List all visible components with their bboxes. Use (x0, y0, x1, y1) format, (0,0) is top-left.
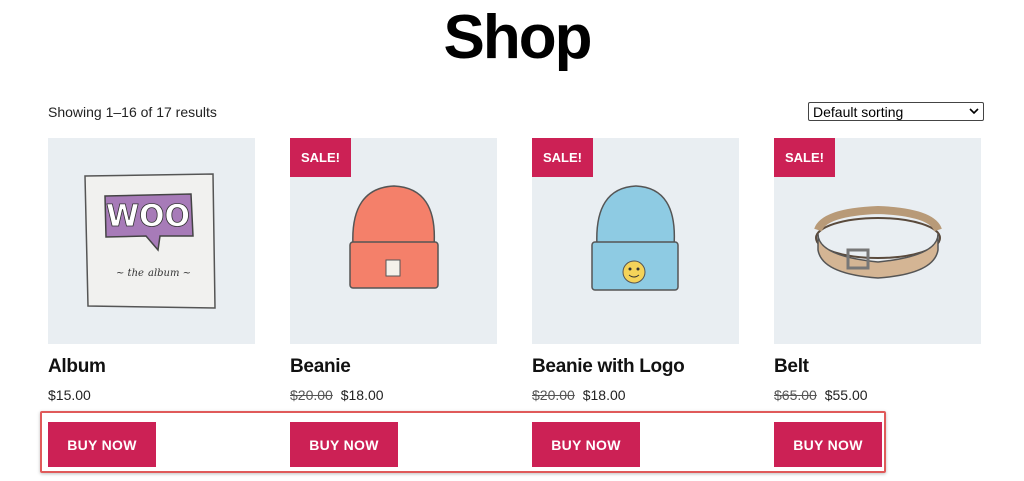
product-title[interactable]: Beanie with Logo (532, 356, 685, 378)
chevron-down-icon (969, 108, 979, 115)
buy-buttons-highlight-box (40, 411, 886, 473)
product-card-beanie: SALE! Beanie $20.00 $18.00 BUY NOW (290, 138, 497, 467)
svg-text:WOO: WOO (106, 199, 190, 234)
product-title[interactable]: Belt (774, 356, 809, 378)
product-image[interactable]: SALE! (532, 138, 739, 344)
sale-badge: SALE! (774, 138, 835, 177)
product-card-album: WOO ~ the album ~ Album $15.00 BUY NOW (48, 138, 255, 467)
product-title[interactable]: Album (48, 356, 106, 378)
product-image[interactable]: WOO ~ the album ~ (48, 138, 255, 344)
sale-price: $18.00 (582, 387, 626, 403)
product-price: $65.00 $55.00 (774, 387, 868, 403)
sale-badge: SALE! (532, 138, 593, 177)
result-count: Showing 1–16 of 17 results (48, 104, 217, 120)
product-title[interactable]: Beanie (290, 356, 351, 378)
sale-price: $15.00 (48, 387, 91, 403)
album-icon: WOO ~ the album ~ (84, 173, 216, 309)
product-price: $20.00 $18.00 (290, 387, 384, 403)
sale-price: $55.00 (824, 387, 868, 403)
page-title: Shop (443, 3, 593, 72)
svg-text:~ the: ~ the (116, 268, 144, 279)
product-image[interactable]: SALE! (774, 138, 981, 344)
regular-price: $20.00 (290, 387, 333, 403)
sale-price: $18.00 (340, 387, 384, 403)
sorting-selected-label: Default sorting (813, 103, 904, 120)
regular-price: $20.00 (532, 387, 575, 403)
product-price: $15.00 (48, 387, 91, 403)
product-card-belt: SALE! Belt $65.00 $55.00 BUY NOW (774, 138, 981, 467)
product-card-beanie-with-logo: SALE! Beanie with Logo $20.00 $18.00 BUY… (532, 138, 739, 467)
svg-text:album ~: album ~ (148, 268, 191, 279)
sorting-select[interactable]: Default sorting (808, 102, 984, 121)
product-price: $20.00 $18.00 (532, 387, 626, 403)
product-image[interactable]: SALE! (290, 138, 497, 344)
regular-price: $65.00 (774, 387, 817, 403)
sale-badge: SALE! (290, 138, 351, 177)
